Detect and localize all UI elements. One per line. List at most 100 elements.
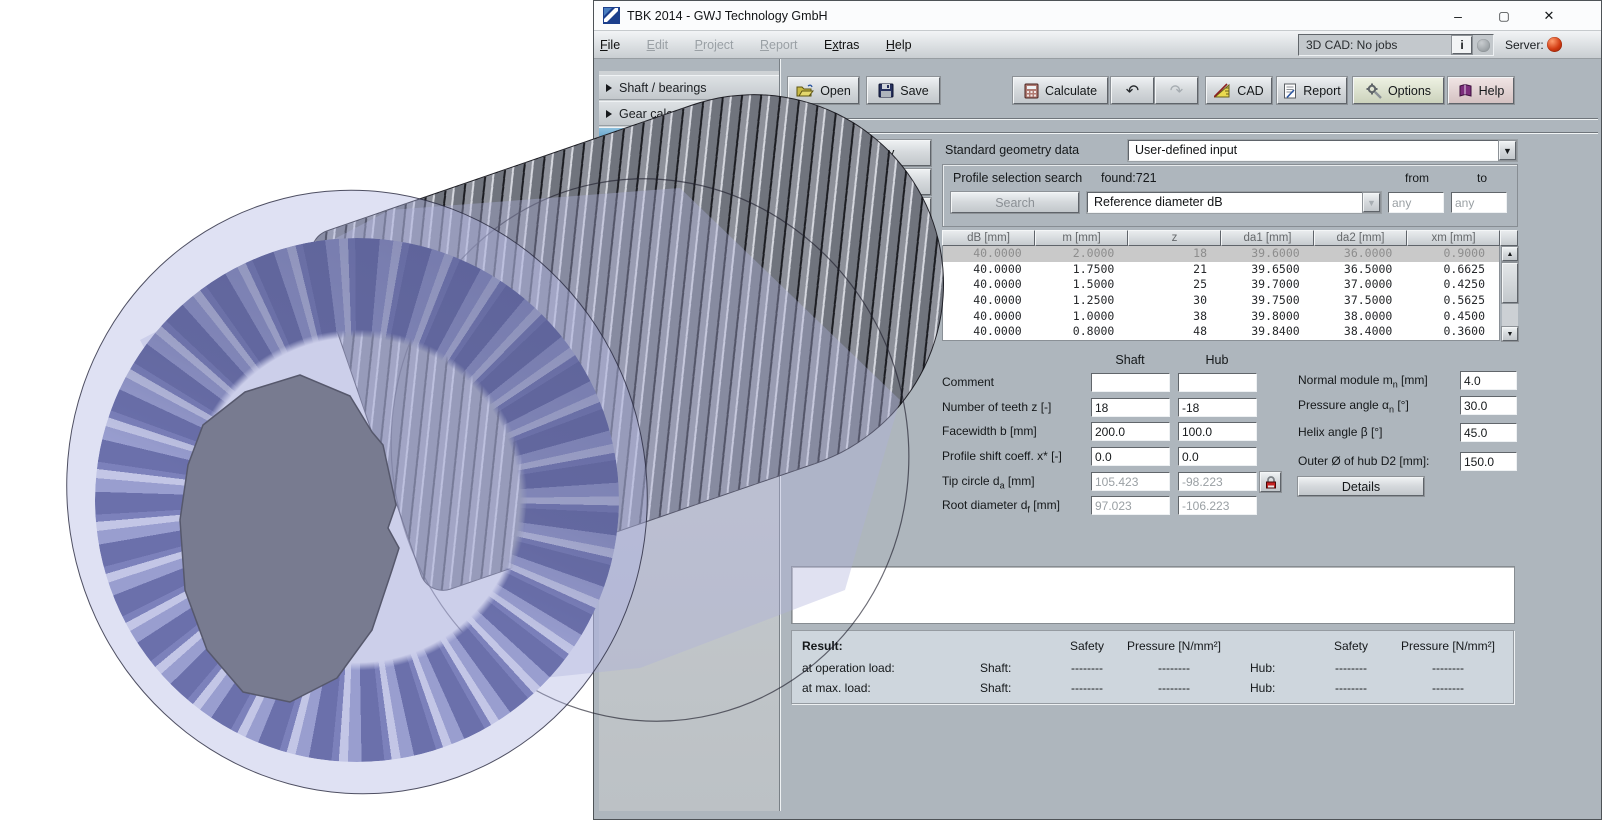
operation-load-label: at operation load: (802, 661, 895, 675)
server-led-icon (1547, 37, 1562, 52)
tip-circle-label: Tip circle da [mm] (942, 472, 1035, 495)
title-bar[interactable]: TBK 2014 - GWJ Technology GmbH – ▢ ✕ (594, 1, 1601, 31)
details-button[interactable]: Details (1298, 477, 1424, 496)
redo-button[interactable]: ↷ (1155, 77, 1198, 104)
collapsed-triangle-icon (606, 110, 612, 118)
message-box (791, 566, 1515, 624)
scroll-down-icon[interactable]: ▼ (1502, 327, 1518, 341)
sidebar-item-bolts[interactable]: Bolts (599, 153, 779, 177)
root-diameter-hub-input (1178, 496, 1257, 515)
tip-circle-shaft-input (1091, 472, 1170, 491)
facewidth-shaft-input[interactable] (1091, 422, 1170, 441)
cad-button[interactable]: CAD (1206, 77, 1272, 104)
teeth-label: Number of teeth z [-] (942, 398, 1051, 417)
table-row[interactable]: 40.00001.00003839.800038.00000.4500 (943, 309, 1499, 325)
table-scrollbar[interactable]: ▲ ▼ (1502, 247, 1518, 341)
menu-file[interactable]: File (600, 38, 620, 52)
chevron-down-icon[interactable]: ▼ (1363, 193, 1380, 212)
value-dash: -------- (1398, 681, 1498, 695)
menu-project[interactable]: Project (695, 38, 734, 52)
search-from-input[interactable] (1388, 192, 1444, 213)
geometry-grid-icon (793, 145, 812, 161)
tab-geometry[interactable]: Geometry (787, 140, 931, 166)
helix-angle-input[interactable] (1460, 423, 1517, 442)
menu-extras[interactable]: Extras (824, 38, 859, 52)
from-label: from (1387, 171, 1447, 185)
column-header-z[interactable]: z (1128, 230, 1221, 246)
comment-hub-input[interactable] (1178, 373, 1257, 392)
info-button[interactable]: i (1452, 36, 1472, 54)
lock-icon (1265, 476, 1277, 489)
value-dash: -------- (1311, 661, 1391, 675)
table-row[interactable]: 40.00000.80004839.840038.40000.3600 (943, 324, 1499, 340)
save-button[interactable]: Save (867, 77, 940, 104)
search-button[interactable]: Search (951, 192, 1079, 213)
close-button[interactable]: ✕ (1534, 5, 1564, 27)
profile-shift-shaft-input[interactable] (1091, 447, 1170, 466)
column-header-dB[interactable]: dB [mm] (942, 230, 1035, 246)
minimize-button[interactable]: – (1443, 5, 1473, 27)
tip-circle-hub-input (1178, 472, 1257, 491)
tab-tooth-form[interactable]: Tooth form (787, 227, 931, 253)
search-criterion-combobox[interactable]: Reference diameter dB ▼ (1087, 192, 1381, 213)
root-diameter-label: Root diameter df [mm] (942, 496, 1060, 519)
pressure-angle-input[interactable] (1460, 396, 1517, 415)
menu-edit[interactable]: Edit (647, 38, 669, 52)
shaft-label: Shaft: (980, 681, 1011, 695)
menu-help[interactable]: Help (886, 38, 912, 52)
spline-teeth-ring (95, 238, 619, 762)
table-row[interactable]: 40.00001.75002139.650036.50000.6625 (943, 262, 1499, 278)
help-button[interactable]: Help (1448, 77, 1514, 104)
value-dash: -------- (1047, 681, 1127, 695)
undo-button[interactable]: ↶ (1111, 77, 1154, 104)
tab-allowances[interactable]: Allowances (787, 198, 931, 224)
column-header-m[interactable]: m [mm] (1035, 230, 1128, 246)
normal-module-input[interactable] (1460, 371, 1517, 390)
sidebar-item-gear-calculation[interactable]: Gear calculation (599, 101, 779, 126)
safety-header-hub: Safety (1311, 639, 1391, 653)
standard-geometry-combobox[interactable]: User-defined input ▼ (1128, 140, 1517, 161)
table-row[interactable]: 40.00002.00001839.600036.00000.9000 (943, 246, 1499, 262)
comment-shaft-input[interactable] (1091, 373, 1170, 392)
column-header-da2[interactable]: da2 [mm] (1314, 230, 1407, 246)
teeth-shaft-input[interactable] (1091, 398, 1170, 417)
report-button[interactable]: Report (1277, 77, 1347, 104)
lock-button[interactable] (1260, 472, 1281, 492)
hub-outer-diameter-input[interactable] (1460, 452, 1517, 471)
tab-tool[interactable]: Tool (787, 169, 931, 195)
scroll-up-icon[interactable]: ▲ (1502, 247, 1518, 261)
redo-icon: ↷ (1170, 81, 1183, 101)
table-row[interactable]: 40.00001.25003039.750037.50000.5625 (943, 293, 1499, 309)
profile-shift-hub-input[interactable] (1178, 447, 1257, 466)
sidebar-item-shaft-bearings[interactable]: Shaft / bearings (599, 75, 779, 100)
column-header-da1[interactable]: da1 [mm] (1221, 230, 1314, 246)
combobox-value: User-defined input (1135, 141, 1237, 160)
column-header-xm[interactable]: xm [mm] (1407, 230, 1500, 246)
scrollbar-thumb[interactable] (1502, 263, 1518, 303)
server-label: Server: (1505, 31, 1544, 59)
hub-label: Hub: (1250, 661, 1275, 675)
open-button[interactable]: Open (788, 77, 859, 104)
maximize-button[interactable]: ▢ (1489, 5, 1519, 27)
search-to-input[interactable] (1451, 192, 1507, 213)
hub-label: Hub: (1250, 681, 1275, 695)
normal-module-label: Normal module mn [mm] (1298, 371, 1428, 394)
helix-angle-label: Helix angle β [°] (1298, 423, 1382, 442)
tab-strength[interactable]: Strength (787, 256, 931, 282)
options-button[interactable]: Options (1353, 77, 1444, 104)
table-row[interactable]: 40.00001.50002539.700037.00000.4250 (943, 277, 1499, 293)
content-separator-line (789, 132, 1598, 134)
teeth-hub-input[interactable] (1178, 398, 1257, 417)
chevron-down-icon[interactable]: ▼ (1499, 141, 1516, 160)
comment-label: Comment (942, 373, 994, 392)
sidebar-item-connections[interactable]: Connections (599, 127, 779, 152)
facewidth-label: Facewidth b [mm] (942, 422, 1037, 441)
options-tools-icon (1366, 83, 1382, 99)
menu-report[interactable]: Report (760, 38, 798, 52)
help-book-icon (1458, 83, 1473, 98)
facewidth-hub-input[interactable] (1178, 422, 1257, 441)
result-panel: Result: Safety Pressure [N/mm²] Safety P… (791, 630, 1514, 704)
cad-ruler-icon (1214, 83, 1231, 98)
calculate-button[interactable]: Calculate (1013, 77, 1108, 104)
save-floppy-icon (878, 83, 894, 98)
